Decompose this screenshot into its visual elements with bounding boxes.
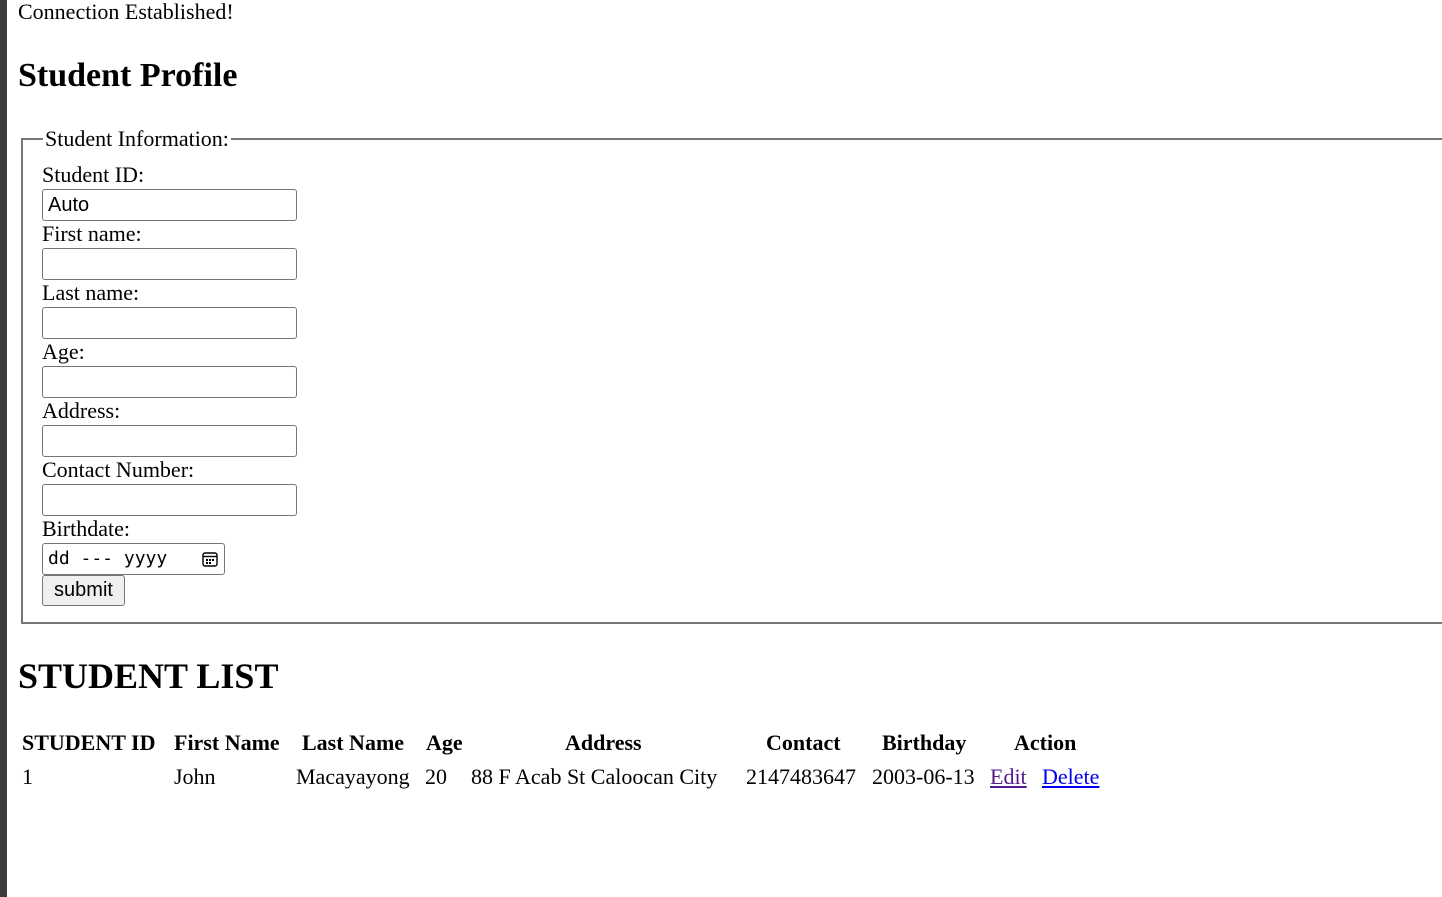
window-edge [0, 0, 7, 897]
column-header-student-id: STUDENT ID [22, 730, 156, 755]
student-list-title: STUDENT LIST [18, 656, 279, 696]
birthdate-input[interactable]: dd --- yyyy [42, 543, 225, 575]
column-header-last-name: Last Name [302, 730, 405, 755]
column-header-first-name: First Name [174, 730, 280, 755]
page-title: Student Profile [18, 57, 238, 94]
submit-button[interactable]: submit [42, 575, 125, 606]
cell-student-id: 1 [22, 764, 33, 789]
age-label: Age: [42, 339, 85, 364]
cell-first-name: John [174, 764, 216, 789]
column-header-action: Action [1014, 730, 1077, 755]
contact-number-input[interactable] [42, 484, 297, 516]
birthdate-placeholder: dd --- yyyy [48, 548, 168, 569]
cell-birthday: 2003-06-13 [872, 764, 975, 789]
cell-age: 20 [425, 764, 447, 789]
column-header-birthday: Birthday [882, 730, 967, 755]
age-input[interactable] [42, 366, 297, 398]
column-header-address: Address [565, 730, 642, 755]
first-name-label: First name: [42, 221, 142, 246]
delete-link[interactable]: Delete [1042, 762, 1099, 792]
contact-number-label: Contact Number: [42, 457, 195, 482]
birthdate-label: Birthdate: [42, 516, 130, 541]
student-id-input[interactable]: Auto [42, 189, 297, 221]
fieldset-legend: Student Information: [45, 126, 229, 151]
cell-last-name: Macayayong [296, 764, 410, 789]
column-header-age: Age [426, 730, 463, 755]
connection-status: Connection Established! [18, 0, 234, 24]
edit-link[interactable]: Edit [990, 762, 1027, 792]
cell-contact: 2147483647 [746, 764, 856, 789]
column-header-contact: Contact [766, 730, 841, 755]
last-name-label: Last name: [42, 280, 140, 305]
first-name-input[interactable] [42, 248, 297, 280]
cell-address: 88 F Acab St Caloocan City [471, 764, 718, 789]
address-input[interactable] [42, 425, 297, 457]
student-id-label: Student ID: [42, 162, 145, 187]
last-name-input[interactable] [42, 307, 297, 339]
address-label: Address: [42, 398, 121, 423]
calendar-icon[interactable] [202, 551, 218, 567]
